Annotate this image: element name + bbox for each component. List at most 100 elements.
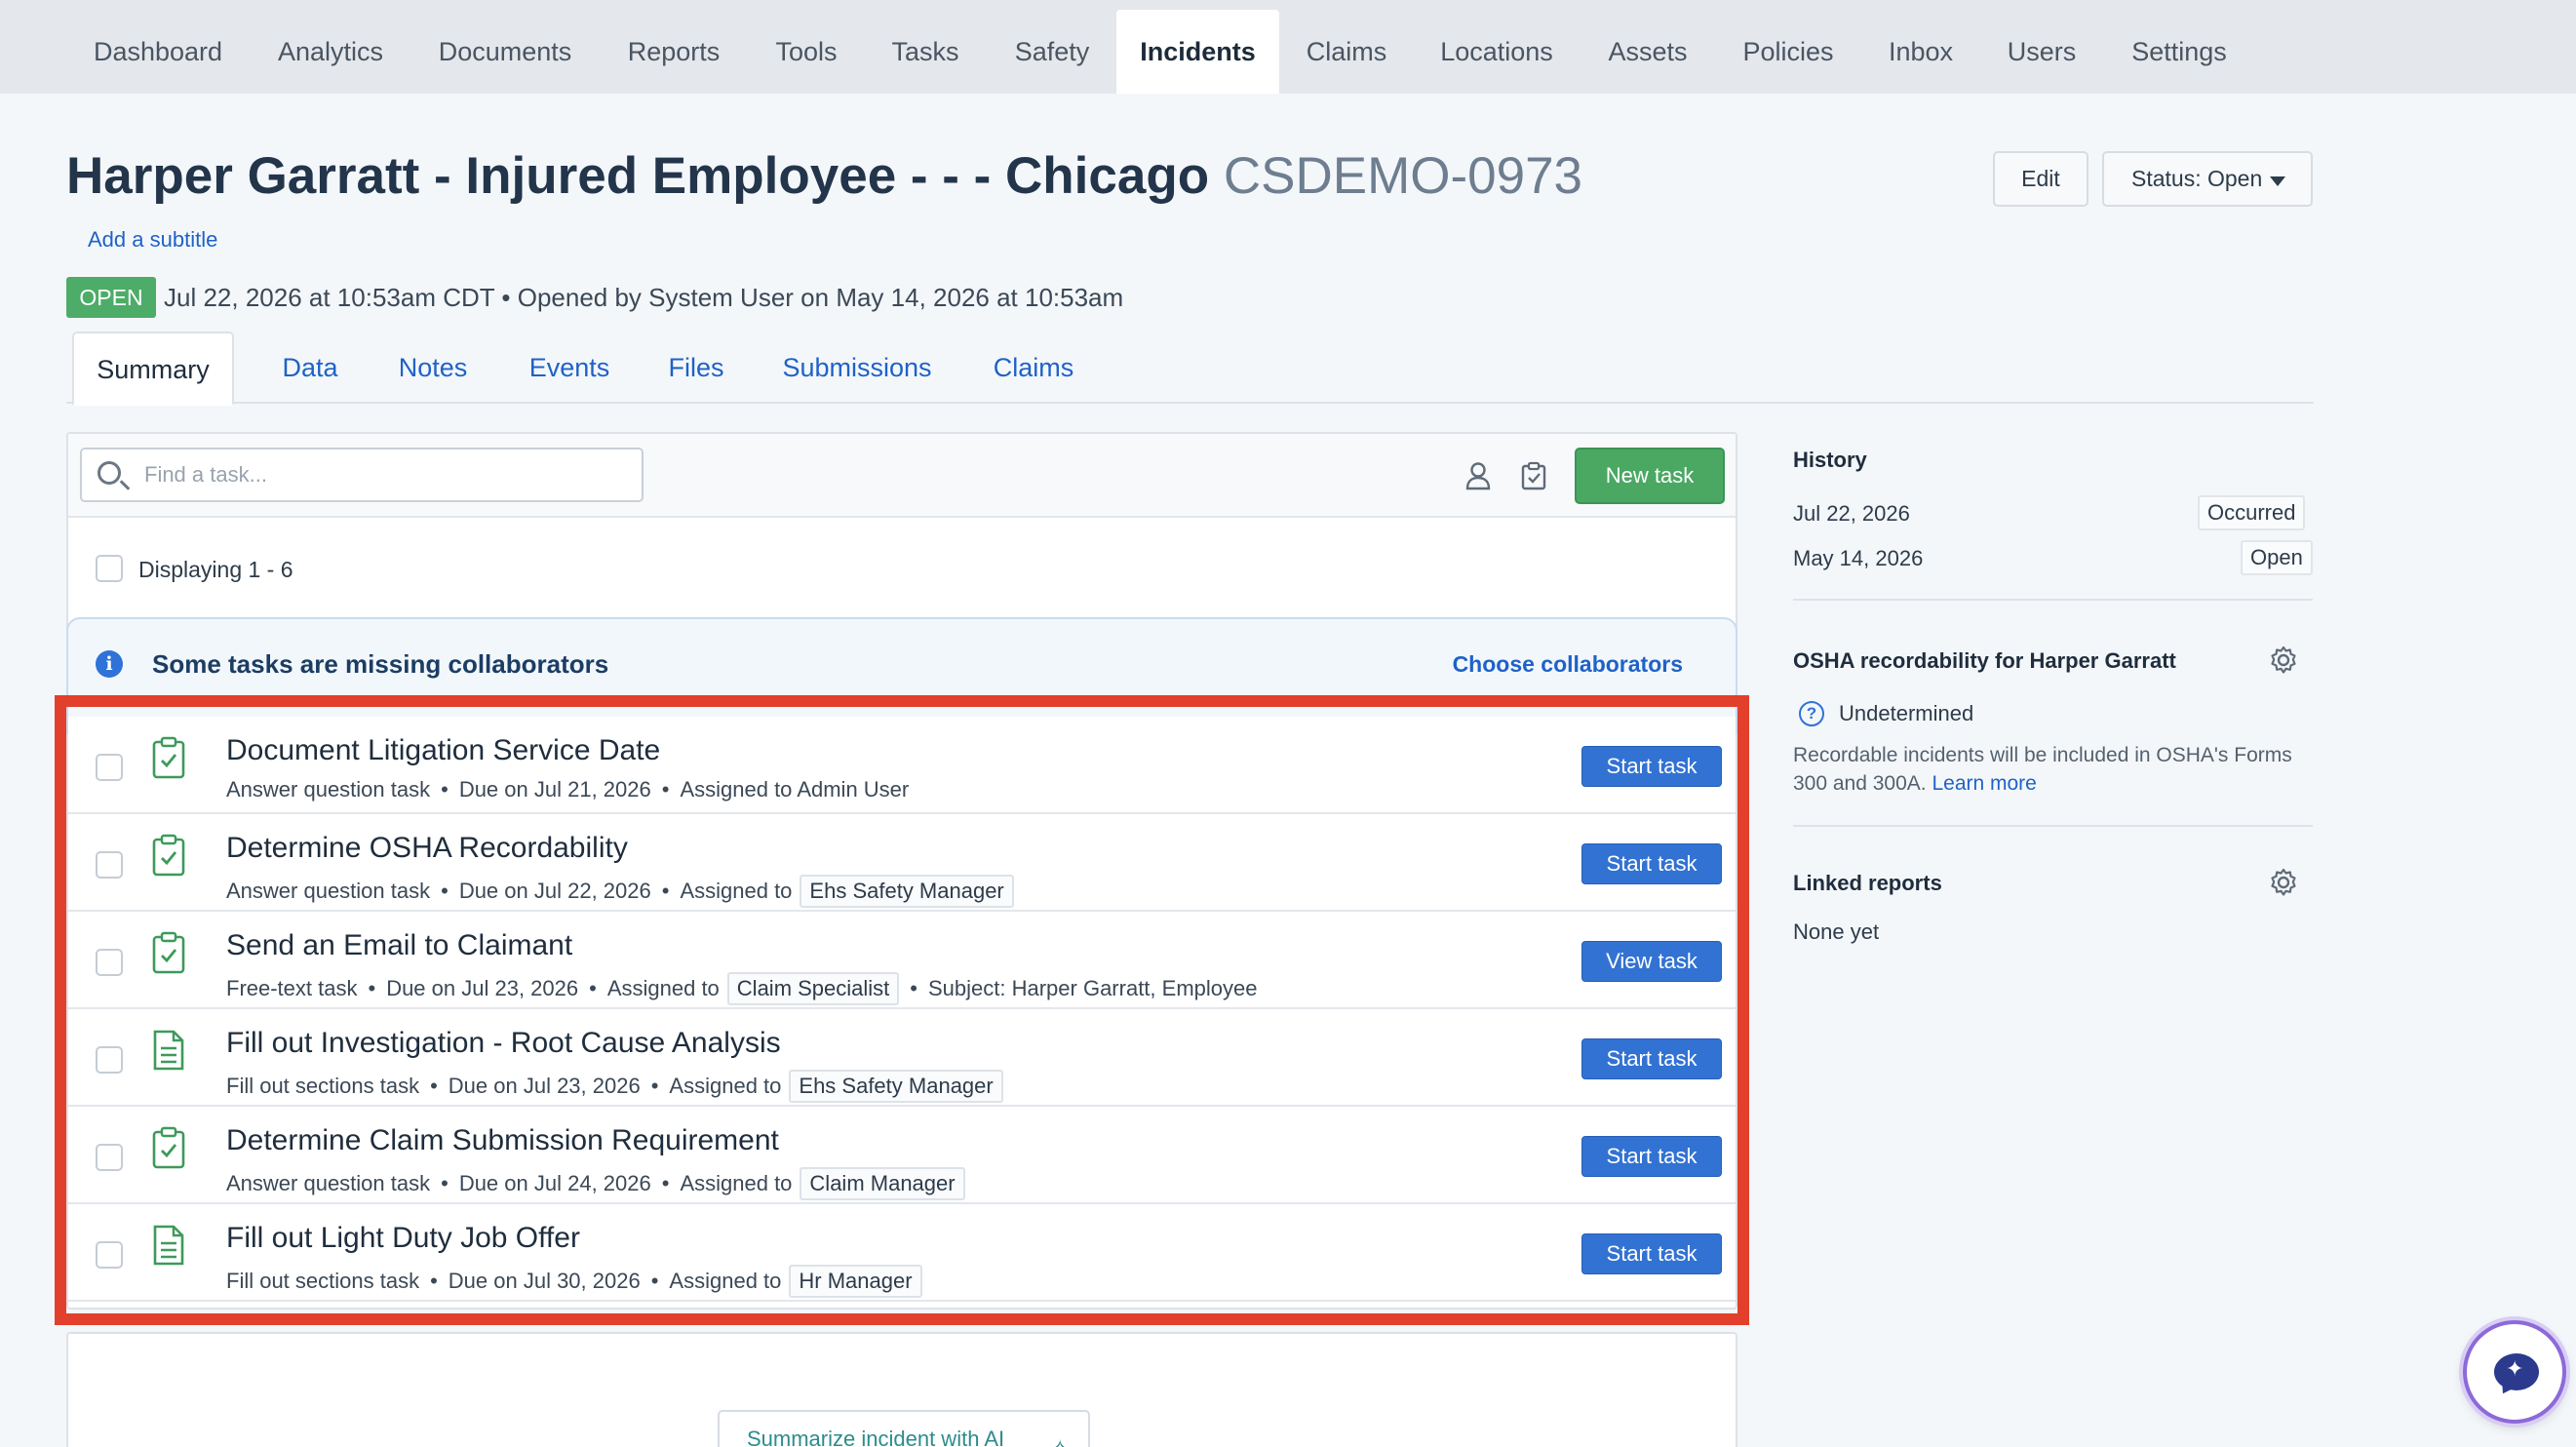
task-name[interactable]: Determine OSHA Recordability	[226, 832, 628, 865]
task-checkbox[interactable]	[96, 949, 123, 976]
chat-assistant-button[interactable]: ✦	[2463, 1320, 2566, 1424]
task-meta: Answer question task • Due on Jul 24, 2026…	[226, 1167, 965, 1200]
start-task-button[interactable]: Start task	[1581, 746, 1722, 787]
nav-tab-claims[interactable]: Claims	[1295, 10, 1398, 94]
task-row[interactable]: Fill out Light Duty Job Offer Fill out s…	[68, 1204, 1736, 1302]
task-meta: Answer question task • Due on Jul 21, 2026…	[226, 777, 910, 802]
summarize-ai-label: Summarize incident with AI	[747, 1427, 1005, 1447]
clipboard-check-icon	[152, 931, 185, 974]
task-checkbox[interactable]	[96, 851, 123, 879]
task-row[interactable]: Determine Claim Submission Requirement A…	[68, 1107, 1736, 1204]
task-name[interactable]: Document Litigation Service Date	[226, 734, 660, 767]
task-due: Due on Jul 24, 2026	[458, 1171, 651, 1195]
task-checkbox[interactable]	[96, 754, 123, 781]
task-name[interactable]: Determine Claim Submission Requirement	[226, 1124, 779, 1157]
assignee-chip[interactable]: Ehs Safety Manager	[800, 875, 1014, 908]
tab-events[interactable]: Events	[505, 332, 634, 404]
task-row[interactable]: Determine OSHA Recordability Answer ques…	[68, 814, 1736, 912]
clipboard-check-icon	[152, 736, 185, 779]
task-meta: Free-text task • Due on Jul 23, 2026 • Assig…	[226, 972, 1257, 1005]
nav-tab-tasks[interactable]: Tasks	[876, 10, 975, 94]
status-dropdown[interactable]: Status: Open	[2102, 151, 2313, 207]
search-icon	[98, 461, 121, 485]
document-icon	[153, 1030, 184, 1071]
edit-button[interactable]: Edit	[1993, 151, 2088, 207]
task-meta: Fill out sections task • Due on Jul 30, 20…	[226, 1265, 922, 1298]
nav-tab-tools[interactable]: Tools	[761, 10, 852, 94]
task-row[interactable]: Send an Email to Claimant Free-text task…	[68, 912, 1736, 1009]
incident-meta: Jul 22, 2026 at 10:53am CDT • Opened by …	[164, 283, 1124, 312]
assignee-chip[interactable]: Claim Manager	[800, 1167, 965, 1200]
task-type: Fill out sections task	[226, 1074, 420, 1098]
task-checkbox[interactable]	[96, 1241, 123, 1269]
task-type: Answer question task	[226, 777, 431, 802]
clipboard-filter-icon[interactable]	[1521, 461, 1546, 490]
task-type: Fill out sections task	[226, 1269, 420, 1293]
nav-tab-incidents[interactable]: Incidents	[1116, 10, 1279, 94]
nav-tab-safety[interactable]: Safety	[998, 10, 1106, 94]
task-row[interactable]: Document Litigation Service Date Answer …	[68, 717, 1736, 814]
start-task-button[interactable]: Start task	[1581, 1136, 1722, 1177]
task-name[interactable]: Send an Email to Claimant	[226, 929, 572, 962]
nav-tab-analytics[interactable]: Analytics	[255, 10, 406, 94]
add-subtitle-link[interactable]: Add a subtitle	[88, 227, 217, 253]
osha-note: Recordable incidents will be included in…	[1793, 741, 2320, 798]
view-task-button[interactable]: View task	[1581, 941, 1722, 982]
nav-tab-locations[interactable]: Locations	[1424, 10, 1570, 94]
select-all-checkbox[interactable]	[96, 555, 123, 582]
incident-code: CSDEMO-0973	[1223, 147, 1583, 205]
nav-tab-users[interactable]: Users	[1995, 10, 2088, 94]
task-due: Due on Jul 22, 2026	[458, 879, 651, 903]
task-due: Due on Jul 30, 2026	[448, 1269, 641, 1293]
gear-icon[interactable]	[2268, 645, 2299, 676]
task-assigned: Assigned to	[680, 1171, 793, 1195]
tab-data[interactable]: Data	[261, 332, 359, 404]
learn-more-link[interactable]: Learn more	[1932, 772, 2036, 795]
task-type: Free-text task	[226, 976, 358, 1000]
display-count-row: Displaying 1 - 6	[68, 520, 1736, 617]
new-task-button[interactable]: New task	[1575, 448, 1725, 504]
task-row[interactable]: Fill out Investigation - Root Cause Anal…	[68, 1009, 1736, 1107]
task-name[interactable]: Fill out Light Duty Job Offer	[226, 1222, 580, 1255]
task-due: Due on Jul 21, 2026	[458, 777, 651, 802]
assignee-chip[interactable]: Claim Specialist	[726, 972, 900, 1005]
person-filter-icon[interactable]	[1464, 461, 1492, 490]
sparkle-icon: ✧	[1049, 1422, 1071, 1447]
start-task-button[interactable]: Start task	[1581, 1038, 1722, 1079]
tab-files[interactable]: Files	[649, 332, 743, 404]
nav-tab-assets[interactable]: Assets	[1595, 10, 1700, 94]
task-type: Answer question task	[226, 1171, 431, 1195]
assignee-chip[interactable]: Hr Manager	[789, 1265, 922, 1298]
start-task-button[interactable]: Start task	[1581, 1233, 1722, 1274]
tab-notes[interactable]: Notes	[376, 332, 489, 404]
sparkle-icon: ✦	[2506, 1356, 2524, 1381]
nav-tab-dashboard[interactable]: Dashboard	[70, 10, 246, 94]
task-due: Due on Jul 23, 2026	[386, 976, 579, 1000]
task-checkbox[interactable]	[96, 1046, 123, 1074]
nav-tab-policies[interactable]: Policies	[1726, 10, 1851, 94]
nav-tab-settings[interactable]: Settings	[2118, 10, 2241, 94]
tab-submissions[interactable]: Submissions	[755, 332, 959, 404]
task-search-input[interactable]	[144, 450, 632, 500]
task-name[interactable]: Fill out Investigation - Root Cause Anal…	[226, 1027, 781, 1060]
nav-tab-documents[interactable]: Documents	[421, 10, 589, 94]
nav-tab-reports[interactable]: Reports	[610, 10, 737, 94]
assignee-chip[interactable]: Ehs Safety Manager	[789, 1070, 1003, 1103]
task-subject: Subject: Harper Garratt, Employee	[928, 976, 1258, 1000]
nav-tab-inbox[interactable]: Inbox	[1874, 10, 1968, 94]
clipboard-check-icon	[152, 1126, 185, 1169]
task-type: Answer question task	[226, 879, 431, 903]
ai-summary-card: Summarize incident with AI ✧	[66, 1332, 1737, 1447]
gear-icon[interactable]	[2268, 867, 2299, 898]
summarize-ai-button[interactable]: Summarize incident with AI ✧	[718, 1410, 1090, 1447]
choose-collaborators-link[interactable]: Choose collaborators	[1453, 651, 1683, 678]
history-tag: Open	[2241, 540, 2313, 575]
tab-summary[interactable]: Summary	[72, 332, 234, 406]
tab-claims[interactable]: Claims	[973, 332, 1094, 404]
osha-note-text: Recordable incidents will be included in…	[1793, 744, 2292, 795]
task-due: Due on Jul 23, 2026	[448, 1074, 641, 1098]
task-checkbox[interactable]	[96, 1144, 123, 1171]
start-task-button[interactable]: Start task	[1581, 843, 1722, 884]
task-search[interactable]	[80, 448, 644, 502]
task-meta: Fill out sections task • Due on Jul 23, 20…	[226, 1070, 1003, 1103]
